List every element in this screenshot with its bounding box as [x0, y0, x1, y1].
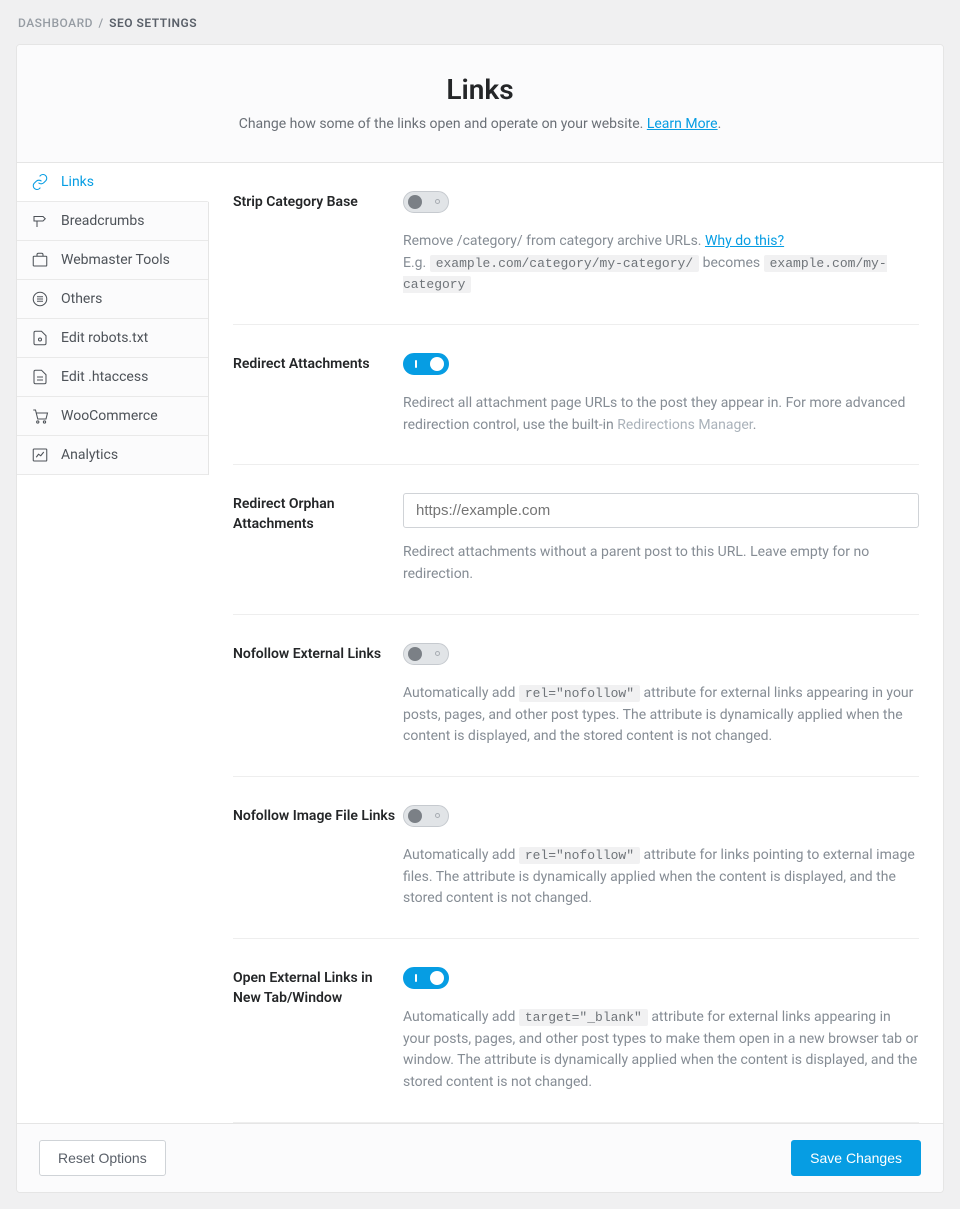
code-sample: example.com/category/my-category/ [430, 255, 699, 272]
signpost-icon [31, 212, 49, 230]
breadcrumb-separator: / [97, 16, 106, 30]
setting-label: Redirect Attachments [233, 353, 403, 436]
code-sample: target="_blank" [519, 1009, 648, 1026]
code-sample: rel="nofollow" [519, 685, 640, 702]
redirections-manager-link[interactable]: Redirections Manager [617, 417, 753, 433]
setting-nofollow-external: Nofollow External Links Automatically ad… [233, 614, 919, 776]
sidebar-item-label: Edit robots.txt [61, 330, 148, 346]
sidebar-item-label: Webmaster Tools [61, 252, 170, 268]
sidebar-item-webmaster[interactable]: Webmaster Tools [17, 241, 208, 280]
setting-label: Strip Category Base [233, 191, 403, 296]
setting-nofollow-image: Nofollow Image File Links Automatically … [233, 776, 919, 938]
toggle-strip-category[interactable] [403, 191, 449, 213]
setting-description: Automatically add rel="nofollow" attribu… [403, 845, 919, 910]
orphan-url-input[interactable] [403, 493, 919, 528]
settings-panel: Links Change how some of the links open … [16, 44, 944, 1193]
page-subtitle: Change how some of the links open and op… [41, 116, 919, 132]
setting-description: Redirect attachments without a parent po… [403, 542, 919, 585]
sidebar-item-htaccess[interactable]: Edit .htaccess [17, 358, 208, 397]
sidebar-item-label: Breadcrumbs [61, 213, 144, 229]
sidebar-item-robots[interactable]: Edit robots.txt [17, 319, 208, 358]
setting-label: Redirect Orphan Attachments [233, 493, 403, 585]
sidebar-item-breadcrumbs[interactable]: Breadcrumbs [17, 202, 208, 241]
list-icon [31, 290, 49, 308]
sidebar-item-label: Links [61, 174, 94, 190]
sidebar-item-others[interactable]: Others [17, 280, 208, 319]
sidebar-item-woocommerce[interactable]: WooCommerce [17, 397, 208, 436]
toggle-redirect-attachments[interactable] [403, 353, 449, 375]
breadcrumb-parent[interactable]: Dashboard [18, 16, 93, 30]
setting-label: Nofollow Image File Links [233, 805, 403, 910]
sidebar-item-label: Analytics [61, 447, 118, 463]
save-button[interactable]: Save Changes [791, 1140, 921, 1176]
setting-label: Open External Links in New Tab/Window [233, 967, 403, 1094]
link-icon [31, 173, 49, 191]
setting-description: Automatically add rel="nofollow" attribu… [403, 683, 919, 748]
toggle-nofollow-external[interactable] [403, 643, 449, 665]
learn-more-link[interactable]: Learn More [647, 116, 718, 132]
panel-footer: Reset Options Save Changes [17, 1123, 943, 1192]
file-icon [31, 329, 49, 347]
toggle-nofollow-image[interactable] [403, 805, 449, 827]
panel-header: Links Change how some of the links open … [17, 45, 943, 163]
reset-button[interactable]: Reset Options [39, 1140, 166, 1176]
setting-description: Remove /category/ from category archive … [403, 231, 919, 296]
sidebar-item-analytics[interactable]: Analytics [17, 436, 208, 475]
setting-strip-category: Strip Category Base Remove /category/ fr… [233, 163, 919, 324]
setting-description: Redirect all attachment page URLs to the… [403, 393, 919, 436]
setting-redirect-orphan: Redirect Orphan Attachments Redirect att… [233, 464, 919, 613]
sidebar-item-label: Edit .htaccess [61, 369, 148, 385]
chart-icon [31, 446, 49, 464]
cart-icon [31, 407, 49, 425]
setting-label: Nofollow External Links [233, 643, 403, 748]
sidebar-item-label: Others [61, 291, 102, 307]
why-do-this-link[interactable]: Why do this? [705, 233, 784, 249]
sidebar-item-label: WooCommerce [61, 408, 158, 424]
code-sample: rel="nofollow" [519, 847, 640, 864]
sidebar: Links Breadcrumbs Webmaster Tools [17, 163, 209, 475]
setting-redirect-attachments: Redirect Attachments Redirect all attach… [233, 324, 919, 464]
file-text-icon [31, 368, 49, 386]
toggle-open-external[interactable] [403, 967, 449, 989]
sidebar-item-links[interactable]: Links [17, 163, 209, 202]
breadcrumb: Dashboard / SEO Settings [16, 16, 944, 44]
breadcrumb-current: SEO Settings [109, 16, 197, 30]
briefcase-icon [31, 251, 49, 269]
setting-open-external: Open External Links in New Tab/Window Au… [233, 938, 919, 1122]
page-title: Links [41, 73, 919, 106]
setting-description: Automatically add target="_blank" attrib… [403, 1007, 919, 1094]
